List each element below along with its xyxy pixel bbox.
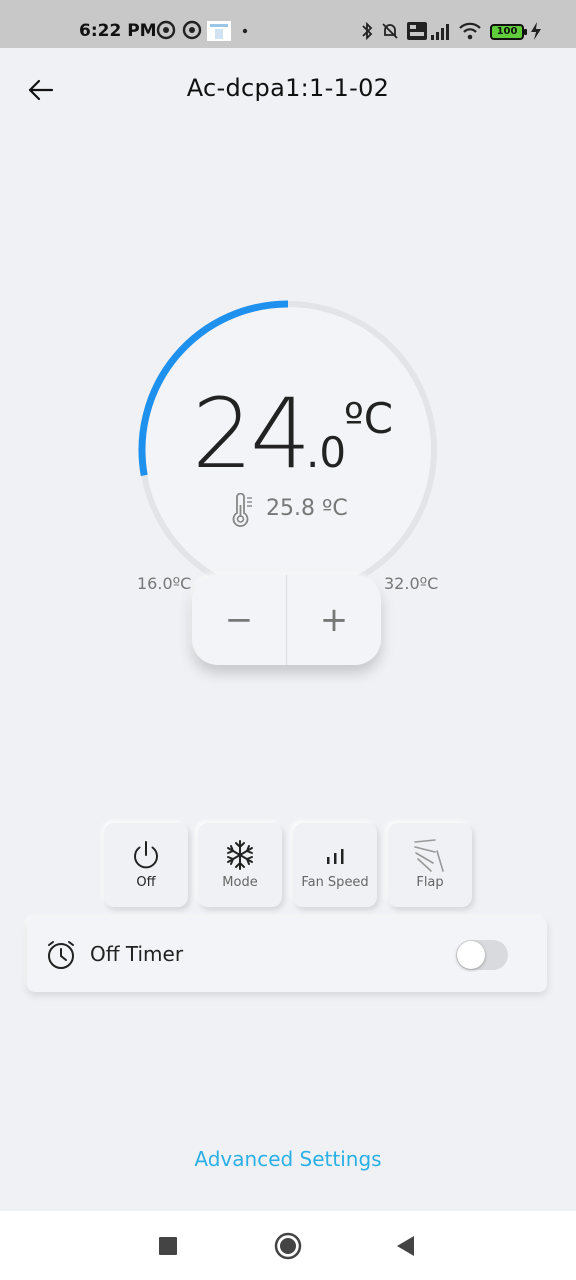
thermometer-icon <box>232 493 252 527</box>
flap-icon <box>414 839 444 872</box>
increase-temperature-button[interactable]: + <box>287 575 381 665</box>
decrease-temperature-button[interactable]: − <box>192 575 286 665</box>
fan-speed-button[interactable]: Fan Speed <box>293 823 377 907</box>
status-time: 6:22 PM <box>79 21 157 41</box>
off-timer-card: Off Timer <box>27 918 547 992</box>
room-temperature: 25.8 ºC <box>266 496 348 521</box>
setpoint-decimal: .0 <box>306 428 347 477</box>
off-timer-label: Off Timer <box>90 942 184 966</box>
power-icon <box>134 841 158 869</box>
alarm-clock-icon <box>48 941 74 969</box>
mode-button[interactable]: Mode <box>198 823 282 907</box>
page-title: Ac-dcpa1:1-1-02 <box>186 74 390 102</box>
fan-speed-label: Fan Speed <box>301 875 369 890</box>
volte-icon <box>407 22 427 40</box>
max-temperature-label: 32.0ºC <box>384 574 439 593</box>
home-button[interactable] <box>258 1211 318 1280</box>
battery-indicator: 100 <box>490 24 527 40</box>
image-notification-icon <box>207 21 231 41</box>
mute-bell-icon <box>382 23 398 39</box>
temperature-stepper: − + <box>192 575 381 665</box>
home-circle-icon <box>274 1232 302 1259</box>
app-notification-icon <box>156 20 176 40</box>
snowflake-icon <box>227 840 253 870</box>
wifi-icon <box>459 22 481 40</box>
toggle-knob <box>457 941 485 969</box>
setpoint-unit: ºC <box>344 394 394 443</box>
square-icon <box>159 1236 177 1255</box>
setpoint-value: 24 <box>192 378 311 490</box>
more-dot-icon <box>242 28 248 34</box>
min-temperature-label: 16.0ºC <box>137 574 192 593</box>
fan-speed-icon <box>327 849 344 864</box>
off-timer-toggle[interactable] <box>456 940 508 970</box>
signal-icon <box>431 24 449 40</box>
advanced-settings-link[interactable]: Advanced Settings <box>0 1147 576 1171</box>
status-bar: 6:22 PM 100 <box>0 0 576 48</box>
mode-label: Mode <box>222 875 258 890</box>
app-notification-icon <box>182 20 202 40</box>
charging-icon <box>531 22 541 40</box>
back-nav-button[interactable] <box>376 1211 436 1280</box>
power-off-button[interactable]: Off <box>104 823 188 907</box>
flap-button[interactable]: Flap <box>388 823 472 907</box>
bluetooth-icon <box>362 21 373 41</box>
flap-label: Flap <box>416 875 444 890</box>
system-nav-bar <box>0 1211 576 1280</box>
power-off-label: Off <box>136 875 156 890</box>
back-triangle-icon <box>397 1235 414 1256</box>
recent-apps-button[interactable] <box>138 1211 198 1280</box>
